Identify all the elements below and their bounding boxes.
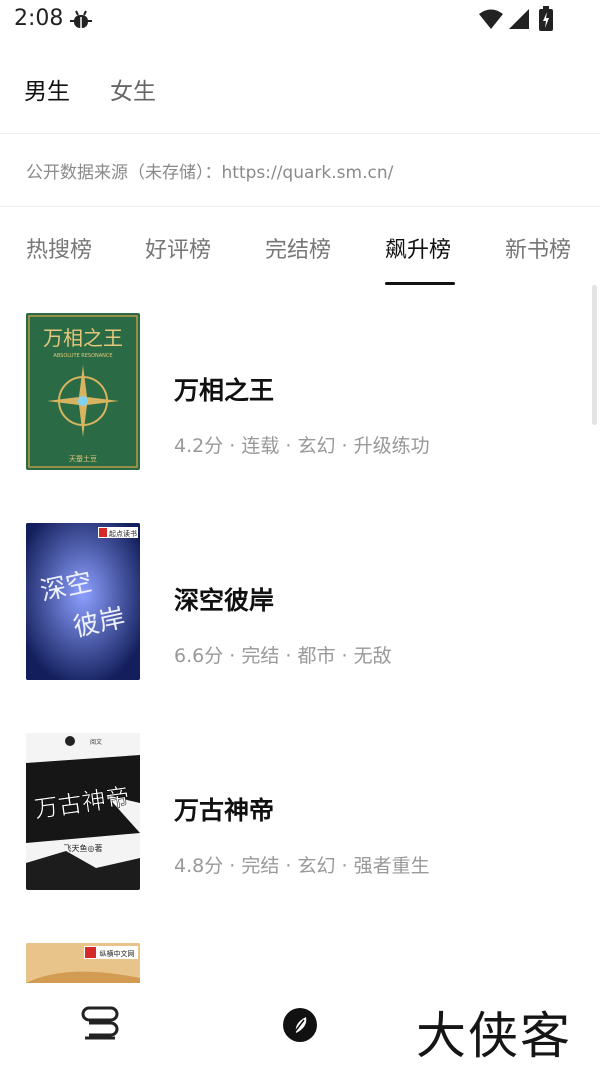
cover-badge: 纵横中文网 [100,949,135,958]
cover-art: 万相之王 ABSOLUTE RESONANCE 天蚕土豆 [28,315,138,468]
discover-icon[interactable] [282,1007,318,1043]
status-bar: 2:08 [0,0,600,44]
cover-art: 纵横中文网 [26,943,140,983]
book-title: 万相之王 [174,376,275,405]
svg-text:阅文: 阅文 [90,738,102,746]
tab-new-books[interactable]: 新书榜 [505,232,571,264]
bookshelf-icon[interactable] [81,1005,119,1041]
list-item[interactable]: 纵横中文网 [0,943,600,983]
list-item[interactable]: 起点读书 深空 彼岸 深空彼岸 6.6分 · 完结 · 都市 · 无敌 [0,523,600,693]
book-meta: 6.6分 · 完结 · 都市 · 无敌 [174,645,392,667]
active-tab-indicator [385,282,455,285]
book-cover: 纵横中文网 [26,943,140,983]
tab-completed[interactable]: 完结榜 [265,232,331,264]
book-title: 深空彼岸 [174,586,275,615]
divider [0,133,600,134]
bug-icon [70,10,92,28]
book-cover: 起点读书 深空 彼岸 [26,523,140,680]
cover-art: 起点读书 深空 彼岸 [26,523,140,680]
cover-title: 万相之王 [43,326,123,350]
book-list: 万相之王 ABSOLUTE RESONANCE 天蚕土豆 万相之王 4.2分 ·… [0,290,600,983]
book-title: 万古神帝 [174,796,275,825]
cover-author: 飞天鱼◎著 [64,843,103,853]
list-item[interactable]: 万相之王 ABSOLUTE RESONANCE 天蚕土豆 万相之王 4.2分 ·… [0,313,600,483]
tab-female[interactable]: 女生 [110,72,156,106]
book-cover: 万相之王 ABSOLUTE RESONANCE 天蚕土豆 [26,313,140,470]
book-meta: 4.8分 · 完结 · 玄幻 · 强者重生 [174,855,430,877]
tab-top-rated[interactable]: 好评榜 [145,232,211,264]
status-time: 2:08 [14,6,64,31]
watermark: 大侠客 [416,1007,572,1065]
tab-hot-search[interactable]: 热搜榜 [26,232,92,264]
battery-icon [539,6,553,31]
cover-art: 阅文 万古神帝 飞天鱼◎著 [26,733,140,890]
wifi-icon [479,9,503,29]
divider [0,206,600,207]
gender-tabs: 男生 女生 [0,62,600,112]
signal-icon [509,9,529,29]
book-meta: 4.2分 · 连载 · 玄幻 · 升级练功 [174,435,430,457]
tab-male[interactable]: 男生 [24,72,70,106]
cover-author: 天蚕土豆 [69,454,97,463]
bottom-nav: 大侠客 [0,983,600,1066]
tab-rising[interactable]: 飙升榜 [385,232,451,264]
source-note: 公开数据来源（未存储）：https://quark.sm.cn/ [26,163,394,183]
cover-badge: 起点读书 [109,529,137,538]
cover-subtitle: ABSOLUTE RESONANCE [53,353,112,359]
book-cover: 阅文 万古神帝 飞天鱼◎著 [26,733,140,890]
list-item[interactable]: 阅文 万古神帝 飞天鱼◎著 万古神帝 4.8分 · 完结 · 玄幻 · 强者重生 [0,733,600,903]
rank-tabs: 热搜榜 好评榜 完结榜 飙升榜 新书榜 [0,220,600,290]
